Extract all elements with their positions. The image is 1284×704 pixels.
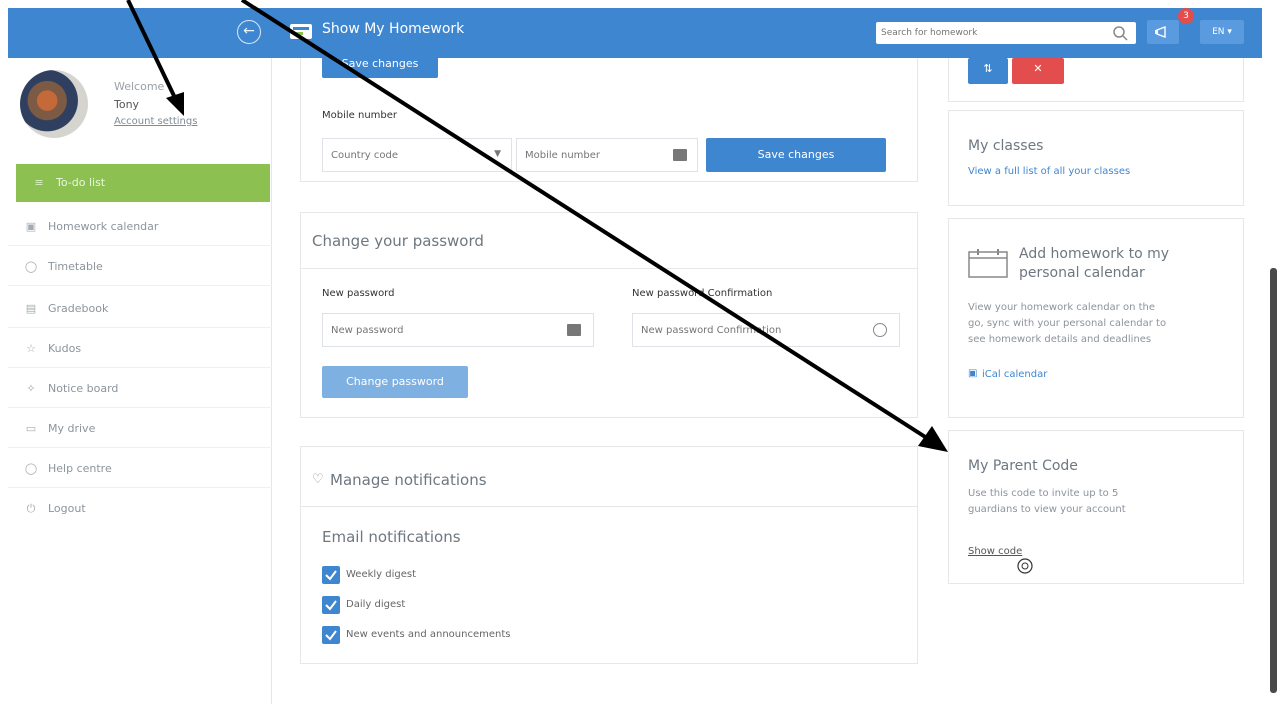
star-icon: ☆ bbox=[26, 342, 36, 355]
check-icon bbox=[325, 630, 337, 641]
calendar-icon bbox=[968, 249, 1008, 278]
sidebar-item-notice-board[interactable]: ✧ Notice board bbox=[8, 370, 272, 408]
confirm-password-field[interactable] bbox=[632, 313, 900, 347]
save-changes-button[interactable]: Save changes bbox=[706, 138, 886, 172]
megaphone-icon bbox=[1155, 25, 1166, 39]
country-code-select[interactable]: ▼ bbox=[322, 138, 512, 172]
divider bbox=[300, 506, 918, 507]
pin-icon: ✧ bbox=[26, 382, 36, 395]
book-icon: ▤ bbox=[25, 302, 37, 315]
mobile-number-input[interactable] bbox=[517, 139, 697, 171]
search-icon[interactable] bbox=[1112, 25, 1128, 41]
parent-code-text-line2: guardians to view your account bbox=[968, 504, 1126, 515]
fingerprint-icon bbox=[873, 323, 887, 337]
new-password-input[interactable] bbox=[323, 314, 593, 346]
chevron-down-icon: ▼ bbox=[494, 149, 501, 159]
calendar-card-title-line2: personal calendar bbox=[1019, 265, 1145, 281]
language-selector[interactable]: EN ▾ bbox=[1200, 20, 1244, 44]
top-bar: ← Show My Homework 3 EN ▾ bbox=[0, 0, 1284, 58]
check-icon bbox=[325, 600, 337, 611]
search-box[interactable] bbox=[876, 22, 1136, 44]
sidebar-item-my-drive[interactable]: ▭ My drive bbox=[8, 410, 272, 448]
sidebar-item-label: Help centre bbox=[48, 462, 112, 475]
top-save-changes-button[interactable]: Save changes bbox=[322, 58, 438, 78]
calendar-card-text-line3: see homework details and deadlines bbox=[968, 334, 1152, 345]
events-announcements-checkbox[interactable] bbox=[322, 626, 340, 644]
sidebar-item-kudos[interactable]: ☆ Kudos bbox=[8, 330, 272, 368]
email-notifications-title: Email notifications bbox=[322, 528, 461, 546]
mobile-number-field[interactable] bbox=[516, 138, 698, 172]
sidebar-item-label: Timetable bbox=[48, 260, 103, 273]
sidebar-item-timetable[interactable]: ◯ Timetable bbox=[8, 248, 272, 286]
sidebar-item-homework-calendar[interactable]: ▣ Homework calendar bbox=[8, 208, 272, 246]
view-classes-link[interactable]: View a full list of all your classes bbox=[968, 166, 1130, 177]
clock-icon: ◯ bbox=[24, 260, 38, 273]
sidebar-item-label: Notice board bbox=[48, 382, 119, 395]
account-settings-link[interactable]: Account settings bbox=[114, 116, 197, 127]
daily-digest-label: Daily digest bbox=[346, 599, 406, 610]
calendar-card-text-line1: View your homework calendar on the bbox=[968, 302, 1156, 313]
user-name: Tony bbox=[114, 98, 140, 111]
bell-icon: ♡ bbox=[312, 472, 324, 487]
back-arrow-icon[interactable]: ← bbox=[237, 20, 261, 44]
sidebar-item-help-centre[interactable]: ◯ Help centre bbox=[8, 450, 272, 488]
search-input[interactable] bbox=[876, 22, 1106, 44]
weekly-digest-label: Weekly digest bbox=[346, 569, 417, 580]
avatar[interactable] bbox=[20, 70, 88, 138]
change-password-button[interactable]: Change password bbox=[322, 366, 468, 398]
mobile-number-label: Mobile number bbox=[322, 110, 398, 121]
delete-button[interactable]: ✕ bbox=[1012, 58, 1064, 84]
calendar-card-text-line2: go, sync with your personal calendar to bbox=[968, 318, 1167, 329]
ical-calendar-link[interactable]: iCal calendar bbox=[982, 369, 1047, 380]
ical-calendar-icon: ▣ bbox=[968, 368, 978, 379]
sidebar-item-label: To-do list bbox=[56, 176, 106, 189]
change-password-title: Change your password bbox=[312, 232, 484, 250]
manage-notifications-title: Manage notifications bbox=[330, 471, 487, 489]
drive-icon: ▭ bbox=[25, 422, 37, 435]
parent-code-title: My Parent Code bbox=[968, 458, 1078, 474]
arrowhead-parent-code bbox=[918, 426, 948, 452]
check-icon bbox=[325, 570, 337, 581]
sidebar-item-label: Logout bbox=[48, 502, 86, 515]
confirm-password-input[interactable] bbox=[633, 314, 899, 346]
sidebar-item-todo[interactable]: ≡ To-do list bbox=[16, 164, 270, 202]
new-password-label: New password bbox=[322, 288, 395, 299]
my-classes-title: My classes bbox=[968, 138, 1044, 154]
sync-button[interactable]: ⇅ bbox=[968, 58, 1008, 84]
weekly-digest-checkbox[interactable] bbox=[322, 566, 340, 584]
country-code-field[interactable] bbox=[323, 139, 511, 171]
new-password-field[interactable] bbox=[322, 313, 594, 347]
keyboard-icon bbox=[673, 149, 687, 161]
sidebar: Welcome Tony Account settings ≡ To-do li… bbox=[8, 58, 272, 704]
calendar-icon: ▣ bbox=[25, 220, 37, 233]
power-icon: ⏻ bbox=[26, 502, 36, 515]
divider bbox=[300, 268, 918, 269]
sidebar-item-logout[interactable]: ⏻ Logout bbox=[8, 490, 272, 528]
notification-count-badge: 3 bbox=[1178, 8, 1194, 24]
list-icon: ≡ bbox=[34, 176, 44, 189]
app-title[interactable]: Show My Homework bbox=[322, 21, 464, 37]
sidebar-item-label: Homework calendar bbox=[48, 220, 159, 233]
my-classes-card bbox=[948, 110, 1244, 206]
scrollbar-thumb[interactable] bbox=[1270, 268, 1277, 693]
logo-icon[interactable] bbox=[288, 20, 314, 42]
close-icon: ✕ bbox=[1033, 62, 1043, 75]
show-code-link[interactable]: Show code bbox=[968, 546, 1022, 557]
notifications-button[interactable] bbox=[1147, 20, 1179, 44]
sidebar-item-label: My drive bbox=[48, 422, 96, 435]
sidebar-item-gradebook[interactable]: ▤ Gradebook bbox=[8, 290, 272, 328]
confirm-password-label: New password Confirmation bbox=[632, 288, 773, 299]
calendar-card-title-line1: Add homework to my bbox=[1019, 246, 1170, 262]
page: ← Show My Homework 3 EN ▾ Welcome Tony bbox=[0, 0, 1284, 704]
daily-digest-checkbox[interactable] bbox=[322, 596, 340, 614]
parent-code-text-line1: Use this code to invite up to 5 bbox=[968, 488, 1119, 499]
sidebar-item-label: Kudos bbox=[48, 342, 82, 355]
hand-cursor-icon bbox=[1017, 558, 1033, 574]
sync-icon: ⇅ bbox=[983, 62, 993, 75]
events-announcements-label: New events and announcements bbox=[346, 629, 511, 640]
welcome-text: Welcome bbox=[114, 80, 165, 93]
help-icon: ◯ bbox=[24, 462, 38, 475]
keyboard-icon bbox=[567, 324, 581, 336]
sidebar-item-label: Gradebook bbox=[48, 302, 109, 315]
